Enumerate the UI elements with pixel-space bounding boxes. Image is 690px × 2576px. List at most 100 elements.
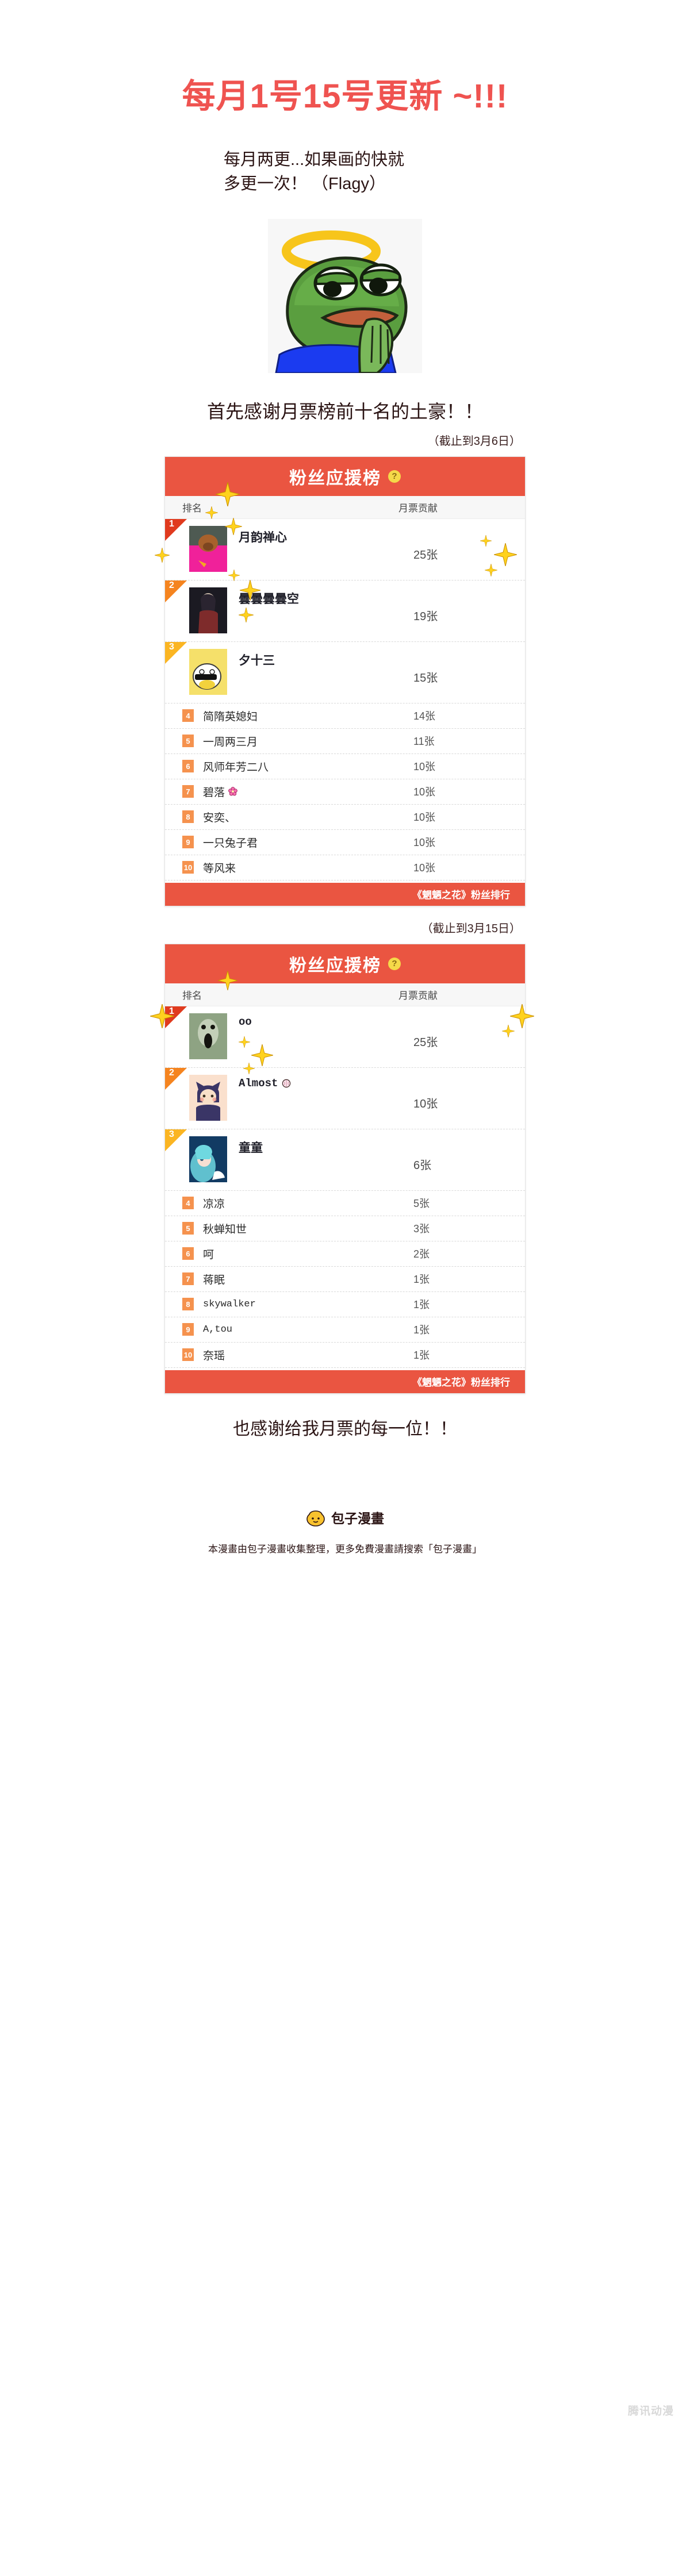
table-row[interactable]: 2 Almost 10张 [165,1067,525,1129]
cutoff-date-1: （截止到3月6日） [427,435,521,448]
user-name: 童童 [239,1141,263,1155]
user-name: 一只兔子君 [203,837,258,849]
rank-number: 2 [169,1067,174,1078]
vote-count: 1张 [413,1299,430,1311]
rank-badge: 7 [182,785,194,798]
table-row[interactable]: 1 oo 25张 [165,1006,525,1068]
user-name-text: 碧落 [203,786,225,799]
rank-number: 1 [169,518,174,529]
pepe-halo-frog-image [268,218,422,373]
user-name: 一周两三月 [203,736,258,748]
thanks-bottom-text: 也感谢给我月票的每一位！！ [233,1419,457,1439]
list-item[interactable]: 5 一周两三月 11张 [165,729,525,754]
fan-ranking-card-1: 粉丝应援榜 ? 排名 月票贡献 1 月韵禅心 25张 2 曇曇曇曇空 19张 3… [155,456,526,906]
card-footer-2: 《魍魉之花》粉丝排行 [165,1370,525,1393]
vote-count: 25张 [413,548,438,562]
question-mark-icon[interactable]: ? [388,957,401,970]
card-title-1: 粉丝应援榜 [289,468,381,488]
user-name-text: Almost [239,1076,278,1090]
user-name: skywalker [203,1298,256,1310]
list-item[interactable]: 4 凉凉 5张 [165,1191,525,1216]
cherry-blossom-icon [228,787,237,796]
column-rank-label-2: 排名 [182,990,202,1001]
baozi-bun-icon [306,1508,325,1527]
user-name: 奈瑶 [203,1349,225,1362]
rank-number: 3 [169,1129,174,1139]
rank-number: 2 [169,580,174,590]
table-row[interactable]: 3 童童 6张 [165,1129,525,1191]
rank-corner-2 [165,580,187,602]
column-headers-2: 排名 月票贡献 [165,983,525,1006]
rank-badge: 10 [182,861,194,874]
subtitle-line-1: 每月两更...如果画的快就 [224,150,405,169]
list-item[interactable]: 9 A,tou 1张 [165,1317,525,1343]
table-row[interactable]: 3 夕十三 15张 [165,641,525,703]
question-mark-icon[interactable]: ? [388,470,401,483]
list-item[interactable]: 7 蒋眠 1张 [165,1267,525,1292]
user-name: 简隋英媳妇 [203,710,258,723]
table-row[interactable]: 2 曇曇曇曇空 19张 [165,580,525,642]
rank-number: 1 [169,1006,174,1016]
card-header-1: 粉丝应援榜 ? [165,456,525,496]
column-rank-label-1: 排名 [182,502,202,514]
table-row[interactable]: 1 月韵禅心 25张 [165,518,525,580]
list-item[interactable]: 5 秋蝉知世 3张 [165,1216,525,1241]
vote-count: 10张 [413,812,436,824]
list-item[interactable]: 10 等风来 10张 [165,855,525,881]
subtitle-block: 每月两更...如果画的快就 多更一次！ （Flagy） [0,148,690,196]
list-item[interactable]: 6 风师年芳二八 10张 [165,754,525,779]
subtitle-line-2: 多更一次！ （Flagy） [224,174,386,193]
list-item[interactable]: 8 安奕、 10张 [165,805,525,830]
thanks-top-text: 首先感谢月票榜前十名的土豪！！ [206,401,483,422]
rank-corner-1 [165,1006,187,1028]
list-item[interactable]: 8 skywalker 1张 [165,1292,525,1317]
rank-corner-1 [165,518,187,541]
avatar [189,525,227,572]
avatar [189,1013,227,1059]
user-name: 曇曇曇曇空 [239,592,299,606]
user-name: oo [239,1015,252,1028]
rank-badge: 4 [182,709,194,722]
vote-count: 1张 [413,1274,430,1286]
brain-icon [282,1079,291,1087]
rank-badge: 5 [182,1222,194,1235]
avatar [189,1136,227,1182]
list-item[interactable]: 6 呵 2张 [165,1241,525,1267]
rank-badge: 5 [182,735,194,748]
rank-rows-1: 1 月韵禅心 25张 2 曇曇曇曇空 19张 3 夕十三 15张 4 简隋英媳妇… [165,518,525,883]
user-name: 安奕、 [203,812,236,824]
rank-badge: 10 [182,1348,194,1362]
rank-badge: 6 [182,1247,194,1260]
list-item[interactable]: 7 碧落 10张 [165,779,525,805]
vote-count: 25张 [413,1036,438,1049]
vote-count: 10张 [413,837,436,849]
column-votes-label-1: 月票贡献 [398,502,438,514]
user-name: 风师年芳二八 [203,761,269,774]
rank-badge: 8 [182,1298,194,1311]
user-name: Almost [239,1077,410,1090]
rank-rows-2: 1 oo 25张 2 Almost 10张 3 童童 6张 4 凉凉 5张 5 … [165,1006,525,1370]
rank-corner-2 [165,1067,187,1090]
user-name: 月韵禅心 [239,530,287,544]
user-name: A,tou [203,1324,233,1335]
rank-badge: 9 [182,1323,194,1336]
card-title-2: 粉丝应援榜 [289,956,381,975]
list-item[interactable]: 10 奈瑶 1张 [165,1343,525,1368]
column-votes-label-2: 月票贡献 [398,990,438,1001]
vote-count: 10张 [413,862,436,874]
list-item[interactable]: 4 简隋英媳妇 14张 [165,703,525,729]
vote-count: 3张 [413,1223,430,1235]
cutoff-date-2: （截止到3月15日） [421,922,521,935]
vote-count: 11张 [413,736,435,748]
vote-count: 10张 [413,1097,438,1110]
rank-badge: 8 [182,810,194,824]
vote-count: 1张 [413,1349,430,1362]
page-title: 每月1号15号更新 ~!!! [182,78,508,115]
user-name: 等风来 [203,862,236,875]
list-item[interactable]: 9 一只兔子君 10张 [165,830,525,855]
user-name: 秋蝉知世 [203,1223,247,1236]
rank-number: 3 [169,641,174,652]
column-headers-1: 排名 月票贡献 [165,495,525,519]
card-footer-1: 《魍魉之花》粉丝排行 [165,882,525,906]
user-name: 夕十三 [239,653,275,667]
